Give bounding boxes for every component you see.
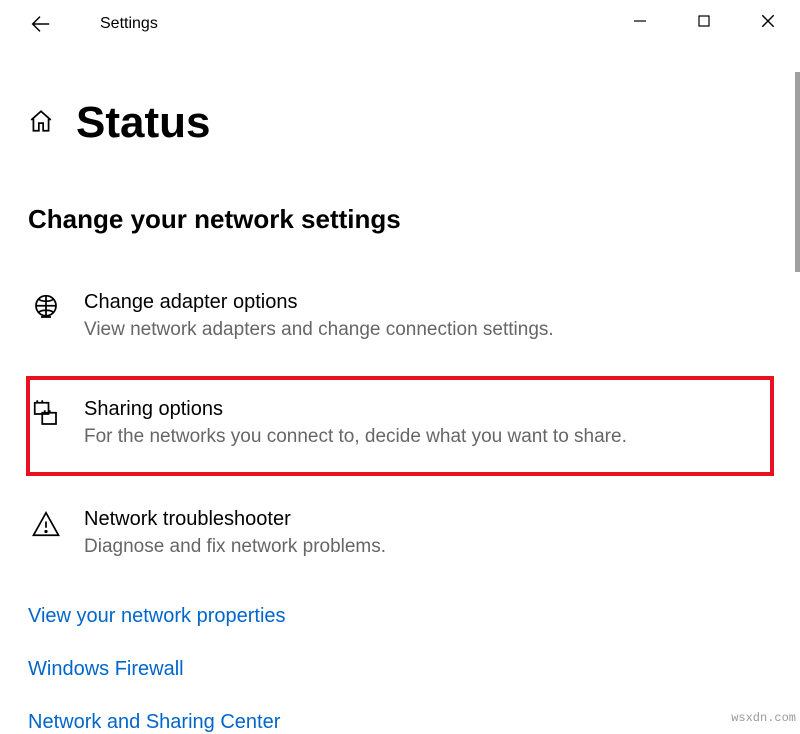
option-desc: For the networks you connect to, decide … bbox=[84, 424, 762, 451]
option-text: Sharing options For the networks you con… bbox=[84, 396, 762, 451]
option-troubleshooter[interactable]: Network troubleshooter Diagnose and fix … bbox=[28, 500, 772, 567]
watermark: wsxdn.com bbox=[731, 711, 796, 725]
option-text: Network troubleshooter Diagnose and fix … bbox=[84, 506, 770, 561]
globe-icon bbox=[30, 291, 62, 323]
arrow-left-icon bbox=[29, 13, 51, 35]
link-network-properties[interactable]: View your network properties bbox=[28, 605, 772, 628]
close-button[interactable] bbox=[736, 0, 800, 42]
option-desc: Diagnose and fix network problems. bbox=[84, 534, 770, 561]
maximize-icon bbox=[697, 14, 711, 28]
option-desc: View network adapters and change connect… bbox=[84, 317, 770, 344]
section-title: Change your network settings bbox=[28, 204, 772, 235]
warning-icon bbox=[30, 508, 62, 540]
maximize-button[interactable] bbox=[672, 0, 736, 42]
app-title: Settings bbox=[100, 15, 158, 33]
home-icon[interactable] bbox=[28, 108, 54, 139]
window-controls bbox=[608, 0, 800, 42]
page-content: Status Change your network settings Chan… bbox=[0, 48, 800, 734]
link-windows-firewall[interactable]: Windows Firewall bbox=[28, 658, 772, 681]
close-icon bbox=[760, 13, 776, 29]
option-title: Change adapter options bbox=[84, 289, 770, 315]
page-title: Status bbox=[76, 98, 210, 148]
minimize-icon bbox=[633, 14, 647, 28]
sharing-icon bbox=[30, 398, 62, 430]
page-header: Status bbox=[28, 98, 772, 148]
option-change-adapter[interactable]: Change adapter options View network adap… bbox=[28, 283, 772, 350]
link-network-sharing-center[interactable]: Network and Sharing Center bbox=[28, 711, 772, 734]
minimize-button[interactable] bbox=[608, 0, 672, 42]
option-title: Network troubleshooter bbox=[84, 506, 770, 532]
scrollbar[interactable] bbox=[795, 72, 800, 272]
option-text: Change adapter options View network adap… bbox=[84, 289, 770, 344]
option-sharing[interactable]: Sharing options For the networks you con… bbox=[28, 378, 772, 475]
back-button[interactable] bbox=[18, 2, 62, 46]
option-title: Sharing options bbox=[84, 396, 762, 422]
title-bar: Settings bbox=[0, 0, 800, 48]
